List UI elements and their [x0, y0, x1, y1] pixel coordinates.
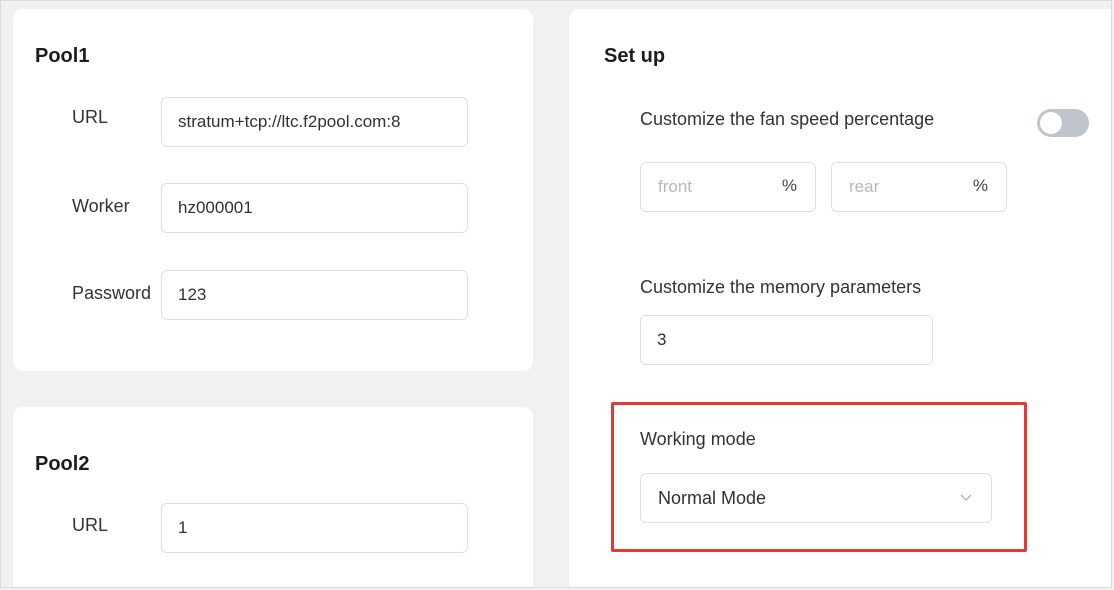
rear-percent-unit: %: [972, 176, 988, 195]
working-mode-select[interactable]: Normal Mode: [640, 473, 992, 523]
pool2-url-label: URL: [72, 515, 109, 535]
front-fan-field[interactable]: %: [640, 162, 816, 212]
working-mode-label: Working mode: [640, 429, 756, 449]
front-percent-unit: %: [781, 176, 797, 195]
pool1-worker-input[interactable]: [161, 183, 468, 233]
setup-card: Set up Customize the fan speed percentag…: [569, 9, 1111, 587]
fan-speed-label: Customize the fan speed percentage: [640, 109, 935, 129]
fan-speed-toggle[interactable]: [1037, 109, 1089, 137]
pool2-card: Pool2 URL: [13, 407, 533, 587]
working-mode-value: Normal Mode: [658, 488, 767, 508]
miner-config-window: Pool1 URL Worker Password Pool2 URL Set …: [0, 0, 1112, 588]
pool1-card: Pool1 URL Worker Password: [13, 9, 533, 371]
pool1-password-input[interactable]: [161, 270, 468, 320]
memory-params-label: Customize the memory parameters: [640, 277, 922, 297]
memory-params-input[interactable]: [640, 315, 933, 365]
chevron-down-icon: [960, 494, 972, 501]
rear-fan-field[interactable]: %: [831, 162, 1007, 212]
rear-fan-input[interactable]: [833, 164, 953, 210]
pool1-url-input[interactable]: [161, 97, 468, 147]
toggle-knob: [1040, 112, 1062, 134]
pool1-password-label: Password: [72, 283, 152, 303]
pool2-url-input[interactable]: [161, 503, 468, 553]
pool2-title: Pool2: [35, 453, 90, 475]
front-fan-input[interactable]: [642, 164, 762, 210]
pool1-worker-label: Worker: [72, 196, 130, 216]
setup-title: Set up: [604, 45, 666, 67]
pool1-url-label: URL: [72, 107, 109, 127]
pool1-title: Pool1: [35, 45, 90, 67]
